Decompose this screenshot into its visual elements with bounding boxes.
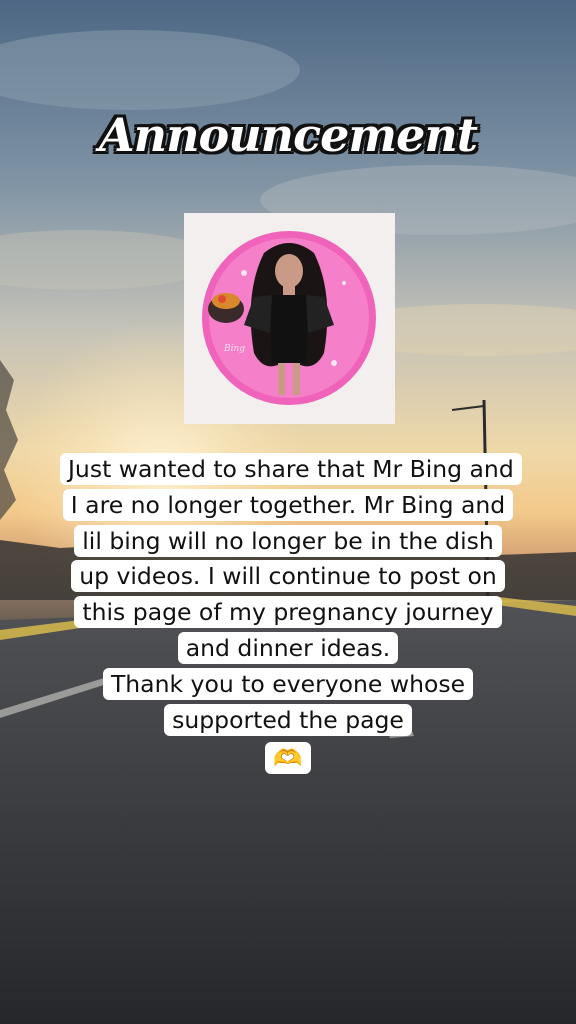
avatar-card: Bing: [184, 213, 395, 424]
message-paragraph-1: Just wanted to share that Mr Bing and I …: [60, 453, 522, 664]
heart-hands-emoji-icon: 🫶: [265, 742, 311, 775]
announcement-message: Just wanted to share that Mr Bing and I …: [60, 452, 522, 777]
message-paragraph-2: Thank you to everyone whose supported th…: [102, 667, 474, 736]
avatar-watermark: Bing: [223, 344, 245, 354]
announcement-title: Announcement: [98, 108, 478, 162]
pink-circle-avatar-icon: Bing: [202, 231, 376, 405]
